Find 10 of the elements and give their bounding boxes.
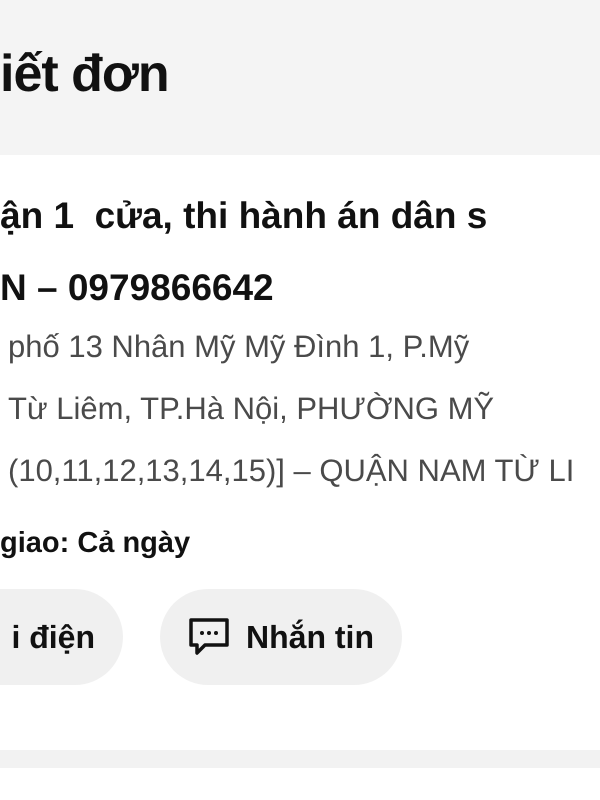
address-line: phố 13 Nhân Mỹ Mỹ Đình 1, P.Mỹ — [8, 328, 470, 366]
address-line: (10,11,12,13,14,15)] – QUẬN NAM TỪ LI — [8, 452, 574, 490]
phone-number: N – 0979866642 — [0, 266, 274, 310]
call-button[interactable]: i điện — [0, 589, 123, 685]
chat-bubble-icon — [188, 617, 230, 657]
message-button[interactable]: Nhắn tin — [160, 589, 402, 685]
delivery-time: giao: Cả ngày — [0, 526, 190, 561]
recipient-name: ận 1 cửa, thi hành án dân s — [0, 194, 488, 238]
page-title: iết đơn — [0, 44, 169, 105]
address-line: Từ Liêm, TP.Hà Nội, PHƯỜNG MỸ — [8, 390, 494, 428]
